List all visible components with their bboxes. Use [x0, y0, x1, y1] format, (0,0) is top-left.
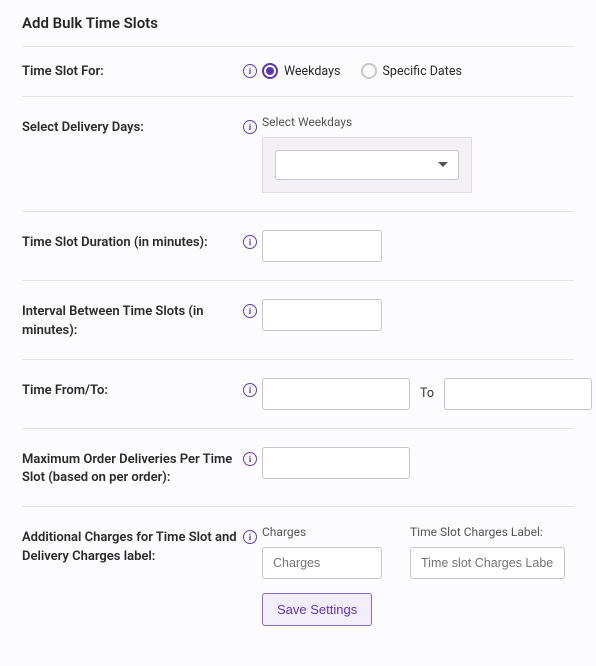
input-interval[interactable] — [262, 299, 382, 331]
input-time-from[interactable] — [262, 378, 410, 410]
radio-off-icon — [361, 63, 377, 79]
input-max-deliveries[interactable] — [262, 447, 410, 479]
row-time-from-to: Time From/To: i To — [22, 360, 574, 428]
label-delivery-days: Select Delivery Days: — [22, 115, 238, 138]
info-icon[interactable]: i — [243, 120, 257, 134]
caption-charges: Charges — [262, 525, 382, 539]
radio-weekdays[interactable]: Weekdays — [262, 63, 341, 79]
row-max-deliveries: Maximum Order Deliveries Per Time Slot (… — [22, 429, 574, 507]
label-interval: Interval Between Time Slots (in minutes)… — [22, 299, 238, 341]
select-weekdays-wrap — [262, 137, 472, 193]
select-weekdays[interactable] — [275, 150, 459, 180]
label-max-deliveries: Maximum Order Deliveries Per Time Slot (… — [22, 447, 238, 489]
info-icon[interactable]: i — [243, 235, 257, 249]
row-time-slot-for: Time Slot For: i Weekdays Specific Dates — [22, 47, 574, 96]
caption-select-weekdays: Select Weekdays — [262, 115, 574, 129]
input-charges-label[interactable] — [410, 547, 565, 579]
input-time-to[interactable] — [444, 378, 592, 410]
info-icon[interactable]: i — [243, 64, 257, 78]
input-charges[interactable] — [262, 547, 382, 579]
radio-weekdays-label: Weekdays — [284, 64, 341, 79]
label-time-from-to: Time From/To: — [22, 378, 238, 401]
row-delivery-days: Select Delivery Days: i Select Weekdays — [22, 97, 574, 211]
col-charges: Charges — [262, 525, 382, 579]
label-to: To — [420, 386, 434, 401]
row-duration: Time Slot Duration (in minutes): i — [22, 212, 574, 280]
info-icon[interactable]: i — [243, 452, 257, 466]
info-icon[interactable]: i — [243, 383, 257, 397]
label-duration: Time Slot Duration (in minutes): — [22, 230, 238, 253]
radio-group-time-slot-for: Weekdays Specific Dates — [262, 61, 574, 79]
col-charges-label: Time Slot Charges Label: — [410, 525, 565, 579]
info-icon[interactable]: i — [243, 304, 257, 318]
info-icon[interactable]: i — [243, 530, 257, 544]
row-additional-charges: Additional Charges for Time Slot and Del… — [22, 507, 574, 644]
caption-charges-label: Time Slot Charges Label: — [410, 525, 565, 539]
radio-specific-dates-label: Specific Dates — [383, 64, 462, 79]
row-interval: Interval Between Time Slots (in minutes)… — [22, 281, 574, 359]
radio-on-icon — [262, 63, 278, 79]
label-time-slot-for: Time Slot For: — [22, 61, 238, 82]
input-duration[interactable] — [262, 230, 382, 262]
page-title: Add Bulk Time Slots — [22, 14, 574, 32]
chevron-down-icon — [438, 162, 448, 167]
save-button[interactable]: Save Settings — [262, 593, 372, 626]
label-additional-charges: Additional Charges for Time Slot and Del… — [22, 525, 238, 567]
radio-specific-dates[interactable]: Specific Dates — [361, 63, 462, 79]
